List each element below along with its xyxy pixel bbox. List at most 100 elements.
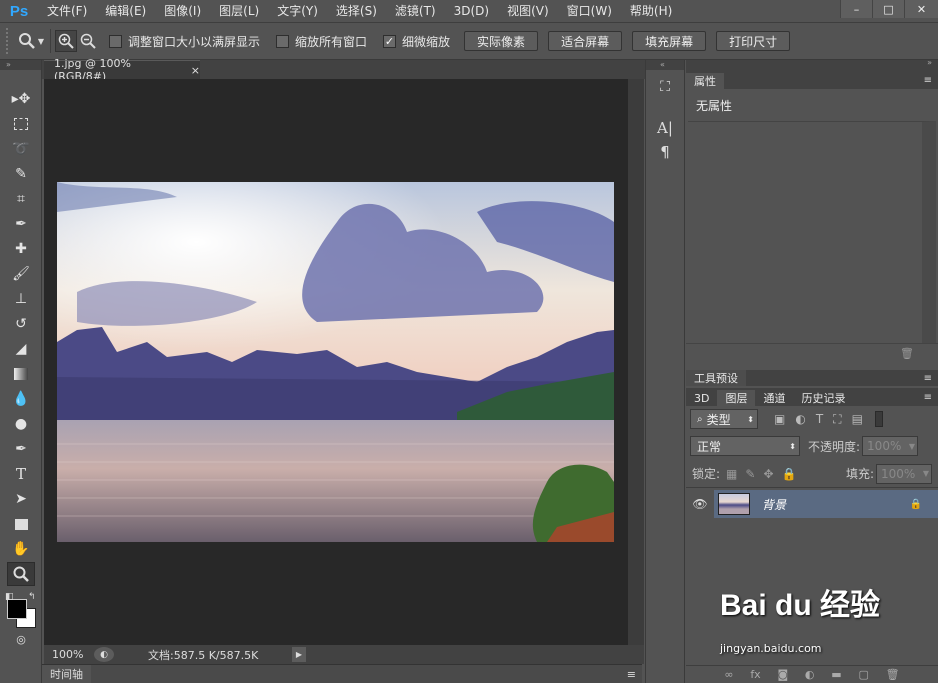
photoshop-logo: Ps [9,2,29,20]
options-bar: ▼ 调整窗口大小以满屏显示 缩放所有窗口 ✓ 细微缩放 实际像素 适合屏幕 填充… [0,22,938,60]
layer-style-icon[interactable]: fx [750,668,760,681]
opacity-input[interactable]: 100% ▼ [862,436,919,456]
eyedropper-tool-icon[interactable]: ✒ [7,212,35,236]
timeline-tab[interactable]: 时间轴 [42,665,91,683]
fit-screen-button[interactable]: 适合屏幕 [548,31,623,51]
tool-presets-menu-icon[interactable]: ≡ [924,373,932,384]
pen-tool-icon[interactable]: ✒ [7,437,35,461]
zoom-out-icon[interactable] [77,30,99,52]
filter-smart-object-icon[interactable]: ▤ [852,412,863,426]
eraser-tool-icon[interactable]: ◢ [7,337,35,361]
quick-mask-icon[interactable]: ◎ [7,632,35,646]
menu-help[interactable]: 帮助(H) [621,0,681,22]
lock-all-icon[interactable]: 🔒 [782,467,797,481]
menu-layer[interactable]: 图层(L) [210,0,268,22]
document-tab[interactable]: 1.jpg @ 100%(RGB/8#) × [44,57,200,83]
actual-pixels-button[interactable]: 实际像素 [464,31,539,51]
lock-position-icon[interactable]: ✥ [763,467,773,481]
menu-window[interactable]: 窗口(W) [558,0,621,22]
adjustment-layer-icon[interactable]: ◐ [805,668,815,681]
layer-row[interactable]: 👁 背景 🔒 [686,490,938,518]
foreground-color-swatch[interactable] [7,599,27,619]
clone-stamp-tool-icon[interactable]: ⊥ [7,287,35,311]
menu-image[interactable]: 图像(I) [155,0,210,22]
status-info-icon[interactable]: ◐ [94,647,114,662]
document-tab-close-icon[interactable]: × [191,64,200,77]
new-layer-icon[interactable]: ▢ [858,668,868,681]
minimize-button[interactable]: – [840,0,872,18]
layers-menu-icon[interactable]: ≡ [924,392,932,403]
layer-name[interactable]: 背景 [762,496,786,513]
fill-input[interactable]: 100% ▼ [876,463,932,484]
menu-3d[interactable]: 3D(D) [445,0,498,22]
blend-mode-select[interactable]: 正常 ⬍ [690,436,800,456]
lasso-tool-icon[interactable]: ➰ [7,137,35,161]
paragraph-panel-icon[interactable]: ¶ [646,140,684,164]
rectangle-tool-icon[interactable] [7,512,35,536]
dock-expand-icon[interactable]: « [646,60,684,70]
menu-filter[interactable]: 滤镜(T) [386,0,445,22]
zoom-tool-preset-icon[interactable]: ▼ [16,30,46,52]
brush-tool-icon[interactable]: 🖌 [7,262,35,286]
properties-menu-icon[interactable]: ≡ [924,75,932,86]
link-layers-icon[interactable]: ∞ [724,668,733,681]
quick-selection-tool-icon[interactable]: ✎ [7,162,35,186]
properties-delete-icon[interactable]: 🗑 [900,347,914,360]
layer-visibility-eye-icon[interactable]: 👁 [686,497,714,511]
timeline-menu-icon[interactable]: ≡ [627,668,636,681]
resize-windows-checkbox[interactable] [109,34,122,48]
delete-layer-icon[interactable]: 🗑 [886,668,900,681]
menu-file[interactable]: 文件(F) [38,0,96,22]
marquee-tool-icon[interactable] [7,112,35,136]
print-size-button[interactable]: 打印尺寸 [716,31,791,51]
character-panel-icon[interactable]: A| [646,116,684,140]
lock-image-icon[interactable]: ✎ [745,467,755,481]
filter-adjustment-icon[interactable]: ◐ [795,412,805,426]
crop-tool-icon[interactable]: ⌗ [7,187,35,211]
hand-tool-icon[interactable]: ✋ [7,537,35,561]
tools-collapse-icon[interactable]: » [0,60,41,70]
tab-history[interactable]: 历史记录 [793,390,854,406]
path-selection-tool-icon[interactable]: ➤ [7,487,35,511]
menu-select[interactable]: 选择(S) [327,0,386,22]
lock-transparent-icon[interactable]: ▦ [726,467,737,481]
zoom-tool-icon[interactable] [7,562,35,586]
layer-filter-kind-select[interactable]: ⌕ 类型 ⬍ [690,409,758,429]
default-colors-icon[interactable]: ◧ [5,592,14,602]
status-menu-arrow-icon[interactable]: ▶ [292,647,306,662]
healing-brush-tool-icon[interactable]: ✚ [7,237,35,261]
filter-shape-icon[interactable]: ⛶ [833,412,841,427]
tool-presets-icon[interactable]: ⛶ [646,70,684,104]
filter-toggle-icon[interactable] [874,411,883,427]
menu-type[interactable]: 文字(Y) [268,0,327,22]
vertical-scrollbar[interactable] [628,79,644,645]
options-grip[interactable] [6,28,16,54]
layer-row-selected[interactable]: 背景 🔒 [714,490,938,518]
dodge-tool-icon[interactable]: ● [7,412,35,436]
blur-tool-icon[interactable]: 💧 [7,387,35,411]
tool-presets-tab[interactable]: 工具预设 [686,370,746,386]
move-tool-icon[interactable]: ▸✥ [7,87,35,111]
swap-colors-icon[interactable]: ↰ [28,592,36,602]
gradient-tool-icon[interactable] [7,362,35,386]
maximize-button[interactable]: □ [872,0,904,18]
zoom-in-icon[interactable] [55,30,77,52]
type-tool-icon[interactable]: T [7,462,35,486]
new-group-icon[interactable]: ▬ [831,668,841,681]
fill-screen-button[interactable]: 填充屏幕 [632,31,707,51]
zoom-all-windows-checkbox[interactable] [276,34,290,48]
menu-edit[interactable]: 编辑(E) [96,0,155,22]
zoom-level[interactable]: 100% [44,648,94,661]
tab-3d[interactable]: 3D [686,390,718,406]
history-brush-tool-icon[interactable]: ↺ [7,312,35,336]
properties-tab[interactable]: 属性 [686,73,724,89]
right-dock-collapse-icon[interactable]: » [927,58,932,67]
close-button[interactable]: ✕ [904,0,938,18]
filter-pixel-icon[interactable]: ▣ [774,412,785,426]
tab-layers[interactable]: 图层 [717,390,756,406]
menu-view[interactable]: 视图(V) [498,0,558,22]
scrubby-zoom-checkbox[interactable]: ✓ [383,34,397,48]
filter-type-icon[interactable]: T [816,412,823,426]
tab-channels[interactable]: 通道 [755,390,794,406]
add-mask-icon[interactable]: ◙ [777,668,788,681]
